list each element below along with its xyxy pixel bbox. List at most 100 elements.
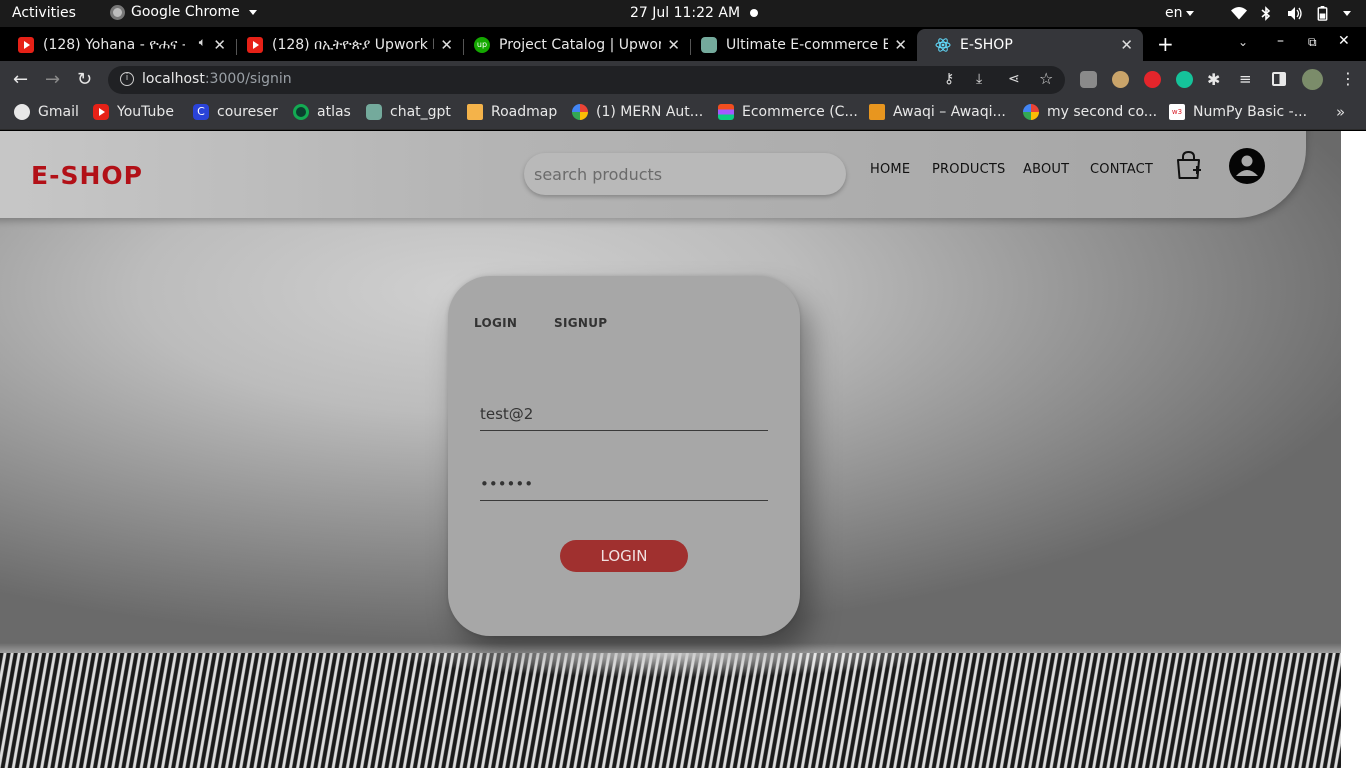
install-icon[interactable]: ⤓: [976, 71, 982, 87]
minimize-icon[interactable]: –: [1277, 33, 1284, 49]
bookmark-roadmap[interactable]: Roadmap: [467, 104, 557, 120]
url-text[interactable]: localhost:3000/signin: [142, 71, 292, 87]
speaker-icon[interactable]: 🔈︎: [199, 35, 206, 50]
more-bookmarks-icon[interactable]: »: [1336, 103, 1345, 121]
bookmark-star-icon[interactable]: ☆: [1039, 69, 1053, 88]
google-icon: [572, 104, 588, 120]
grammarly-icon[interactable]: [1176, 71, 1193, 88]
language-label: en: [1165, 5, 1183, 21]
tab-strip: (128) Yohana - ዮሐና - 🔈︎ ✕ (128) በኢትዮጵያ U…: [0, 27, 1366, 61]
restore-icon[interactable]: ⧉: [1308, 35, 1317, 50]
address-bar[interactable]: i localhost:3000/signin ⚷ ⤓ ⋖ ☆: [108, 66, 1065, 94]
language-indicator[interactable]: en: [1165, 5, 1194, 21]
nav-home[interactable]: HOME: [870, 162, 910, 177]
avatar[interactable]: [1302, 69, 1323, 90]
tab-project-catalog[interactable]: up Project Catalog | Upwork ✕: [456, 29, 690, 61]
bookmark-label: Gmail: [38, 104, 79, 120]
activities-button[interactable]: Activities: [12, 5, 76, 21]
close-icon[interactable]: ✕: [894, 36, 907, 54]
side-panel-icon[interactable]: [1272, 72, 1286, 86]
chevron-down-icon: [1185, 10, 1194, 16]
bookmark-my-second[interactable]: my second co...: [1023, 104, 1157, 120]
user-account-icon[interactable]: [1229, 148, 1265, 184]
extension-owl-icon[interactable]: [1112, 71, 1129, 88]
bookmark-youtube[interactable]: YouTube: [93, 104, 174, 120]
bookmark-numpy[interactable]: w3 NumPy Basic -...: [1169, 104, 1307, 120]
extension-hand-icon[interactable]: [1144, 71, 1161, 88]
back-arrow-icon[interactable]: ←: [13, 69, 28, 90]
mongodb-icon: [293, 104, 309, 120]
system-menu-caret[interactable]: [1340, 5, 1351, 21]
tab-upwork-video[interactable]: (128) በኢትዮጵያ Upwork F ✕: [229, 29, 463, 61]
media-control-icon[interactable]: ≡: [1239, 70, 1252, 88]
login-button[interactable]: LOGIN: [560, 540, 688, 572]
close-icon[interactable]: ✕: [667, 36, 680, 54]
reload-icon[interactable]: ↻: [77, 69, 92, 90]
bookmark-label: YouTube: [117, 104, 174, 120]
bookmark-ecommerce[interactable]: Ecommerce (C...: [718, 104, 858, 120]
bookmark-atlas[interactable]: atlas: [293, 104, 351, 120]
tab-eshop[interactable]: E-SHOP ✕: [917, 29, 1143, 61]
extension-icon[interactable]: [1080, 71, 1097, 88]
bookmark-label: coureser: [217, 104, 278, 120]
bookmark-chat-gpt[interactable]: chat_gpt: [366, 104, 451, 120]
youtube-icon: [247, 37, 263, 53]
bookmark-label: Roadmap: [491, 104, 558, 120]
site-logo[interactable]: E-SHOP: [31, 161, 143, 190]
notification-dot-icon: [750, 9, 758, 17]
tab-title: (128) በኢትዮጵያ Upwork F: [272, 37, 434, 53]
site-info-icon[interactable]: i: [120, 72, 134, 86]
shopping-bag-icon[interactable]: [1176, 151, 1201, 179]
bookmark-mern-auth[interactable]: (1) MERN Aut...: [572, 104, 703, 120]
bookmark-coureser[interactable]: Ccoureser: [193, 104, 278, 120]
kebab-menu-icon[interactable]: ⋮: [1340, 69, 1356, 88]
close-icon[interactable]: ✕: [213, 36, 226, 54]
volume-icon[interactable]: [1287, 6, 1303, 21]
page-viewport: E-SHOP HOME PRODUCTS ABOUT CONTACT LOGIN…: [0, 131, 1341, 768]
nav-about[interactable]: ABOUT: [1023, 162, 1069, 177]
bookmark-gmail[interactable]: Gmail: [14, 104, 79, 120]
url-host: localhost: [142, 71, 205, 87]
clock[interactable]: 27 Jul 11:22 AM: [630, 5, 740, 21]
nav-contact[interactable]: CONTACT: [1090, 162, 1153, 177]
key-icon[interactable]: ⚷: [944, 71, 954, 87]
wifi-icon[interactable]: [1231, 6, 1247, 21]
tab-ultimate-ecommerce[interactable]: Ultimate E-commerce Ex ✕: [683, 29, 917, 61]
email-field[interactable]: [480, 397, 768, 431]
tab-yohana[interactable]: (128) Yohana - ዮሐና - 🔈︎ ✕: [0, 29, 236, 61]
bookmark-label: chat_gpt: [390, 104, 451, 120]
search-input[interactable]: [524, 153, 846, 195]
bookmark-label: Awaqi – Awaqi...: [893, 104, 1006, 120]
tab-login[interactable]: LOGIN: [474, 316, 517, 330]
bookmark-awaqi[interactable]: Awaqi – Awaqi...: [869, 104, 1006, 120]
chatgpt-icon: [701, 37, 717, 53]
new-tab-button[interactable]: +: [1157, 32, 1174, 56]
bookmark-label: NumPy Basic -...: [1193, 104, 1308, 120]
bluetooth-icon[interactable]: [1261, 6, 1271, 21]
forward-arrow-icon[interactable]: →: [45, 69, 60, 90]
chatgpt-icon: [366, 104, 382, 120]
close-icon[interactable]: ✕: [1120, 36, 1133, 54]
bookmark-label: Ecommerce (C...: [742, 104, 858, 120]
window-close-icon[interactable]: ✕: [1338, 33, 1350, 49]
tab-signup[interactable]: SIGNUP: [554, 316, 607, 330]
battery-icon[interactable]: [1317, 6, 1328, 21]
system-top-bar: Activities Google Chrome 27 Jul 11:22 AM…: [0, 0, 1366, 27]
nav-products[interactable]: PRODUCTS: [932, 162, 1006, 177]
password-field[interactable]: [480, 467, 768, 501]
app-menu[interactable]: Google Chrome: [110, 4, 257, 20]
page-edge: [1341, 131, 1366, 768]
url-path: :3000/signin: [204, 71, 292, 87]
tab-title: E-SHOP: [960, 37, 1013, 53]
chevron-down-icon: [248, 9, 257, 15]
bookmarks-bar: Gmail YouTube Ccoureser atlas chat_gpt R…: [0, 98, 1366, 130]
login-card: LOGIN SIGNUP LOGIN: [448, 276, 800, 636]
share-icon[interactable]: ⋖: [1008, 71, 1020, 87]
chevron-down-icon: [1343, 10, 1351, 16]
close-icon[interactable]: ✕: [440, 36, 453, 54]
tab-search-chevron-icon[interactable]: ⌄: [1238, 35, 1248, 49]
figma-icon: [718, 104, 734, 120]
puzzle-icon[interactable]: ✱: [1207, 70, 1220, 89]
browser-toolbar: ← → ↻ i localhost:3000/signin ⚷ ⤓ ⋖ ☆ ✱ …: [0, 61, 1366, 98]
roadmap-icon: [467, 104, 483, 120]
